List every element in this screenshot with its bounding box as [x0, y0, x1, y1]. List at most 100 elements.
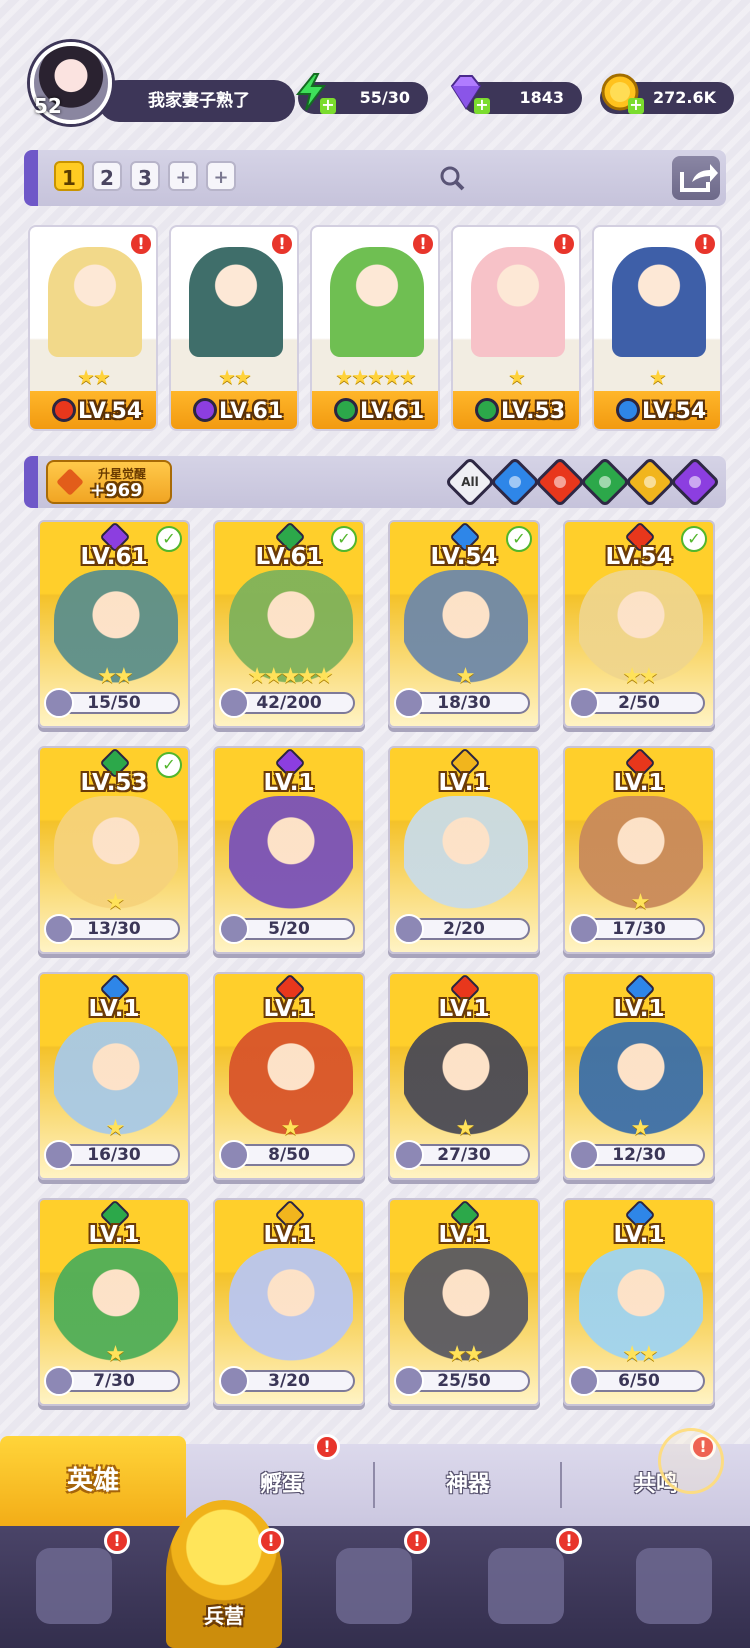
star-rating: ★★	[218, 365, 252, 389]
shard-count: 13/30	[87, 919, 141, 939]
tab-label: 英雄	[66, 1466, 119, 1496]
shard-count: 18/30	[437, 693, 491, 713]
shard-count: 8/50	[268, 1145, 310, 1165]
alert-badge: !	[556, 1528, 582, 1554]
add-team-slot-button[interactable]: +	[206, 161, 236, 191]
hero-level: LV.54	[430, 544, 498, 570]
coin-icon: +	[600, 72, 644, 114]
shard-count: 12/30	[612, 1145, 666, 1165]
hero-card[interactable]: LV.1 ★ 12/30	[563, 972, 715, 1180]
hero-card[interactable]: LV.1 5/20	[213, 746, 365, 954]
add-team-slot-button[interactable]: +	[168, 161, 198, 191]
wind-icon	[596, 473, 614, 491]
share-button[interactable]	[672, 156, 720, 200]
star-rating: ★★	[447, 1342, 483, 1367]
hero-card[interactable]: LV.1 ★ 7/30	[38, 1198, 190, 1406]
hero-level: LV.61	[219, 399, 284, 424]
team-hero-card[interactable]: ★ LV.54!	[592, 225, 722, 431]
star-rating: ★	[630, 890, 651, 915]
add-gems-icon[interactable]: +	[474, 97, 490, 114]
tab-artifacts[interactable]: 神器	[375, 1444, 561, 1526]
shard-count: 6/50	[618, 1371, 660, 1391]
hero-card[interactable]: ✓ LV.61 ★★ 15/50	[38, 520, 190, 728]
share-icon	[680, 164, 718, 192]
hero-level: LV.54	[78, 399, 143, 424]
alert-badge: !	[104, 1528, 130, 1554]
floating-hint-button[interactable]	[658, 1428, 724, 1494]
summon-icon[interactable]	[636, 1548, 712, 1624]
team-slot-2[interactable]: 2	[92, 161, 122, 191]
hero-level: LV.53	[80, 770, 148, 796]
hero-card[interactable]: ✓ LV.54 ★ 18/30	[388, 520, 540, 728]
hero-portrait	[189, 247, 283, 357]
hero-level: LV.53	[501, 399, 566, 424]
team-hero-card[interactable]: ★ LV.53!	[451, 225, 581, 431]
hero-card[interactable]: LV.1 ★ 27/30	[388, 972, 540, 1180]
alert-badge: !	[128, 231, 154, 257]
shard-count: 2/20	[443, 919, 485, 939]
star-rating: ★	[455, 1116, 476, 1141]
star-rating: ★	[280, 1116, 301, 1141]
hero-portrait	[471, 247, 565, 357]
star-rating: ★	[105, 1342, 126, 1367]
gem-value: 1843	[519, 88, 564, 107]
energy-value: 55/30	[359, 88, 410, 107]
star-rating: ★	[455, 664, 476, 689]
hero-level: LV.1	[613, 996, 665, 1022]
shop-icon[interactable]	[488, 1548, 564, 1624]
add-energy-icon[interactable]: +	[320, 97, 336, 114]
shard-count: 16/30	[87, 1145, 141, 1165]
shard-count: 27/30	[437, 1145, 491, 1165]
star-rating: ★★	[622, 1342, 658, 1367]
team-slot-1[interactable]: 1	[54, 161, 84, 191]
hero-card[interactable]: ✓ LV.54 ★★ 2/50	[563, 520, 715, 728]
cards-icon[interactable]	[36, 1548, 112, 1624]
alert-badge: !	[551, 231, 577, 257]
hero-portrait	[48, 247, 142, 357]
team-hero-card[interactable]: ★★ LV.54!	[28, 225, 158, 431]
alert-badge: !	[258, 1528, 284, 1554]
hero-portrait	[229, 796, 353, 914]
hero-level: LV.1	[438, 1222, 490, 1248]
star-rating: ★★	[77, 365, 111, 389]
hero-card[interactable]: LV.1 ★★ 6/50	[563, 1198, 715, 1406]
hero-level: LV.1	[263, 1222, 315, 1248]
star-rating: ★	[105, 890, 126, 915]
search-icon[interactable]	[438, 164, 466, 192]
element-wind-icon	[475, 398, 499, 422]
hero-card[interactable]: ✓ LV.61 ★★★★★ 42/200	[213, 520, 365, 728]
star-rating: ★	[630, 1116, 651, 1141]
map-icon[interactable]	[336, 1548, 412, 1624]
alert-badge: !	[410, 231, 436, 257]
hero-card[interactable]: LV.1 ★ 17/30	[563, 746, 715, 954]
star-rating: ★	[649, 365, 667, 389]
team-hero-card[interactable]: ★★★★★ LV.61!	[310, 225, 440, 431]
shard-count: 3/20	[268, 1371, 310, 1391]
team-hero-card[interactable]: ★★ LV.61!	[169, 225, 299, 431]
hero-card[interactable]: ✓ LV.53 ★ 13/30	[38, 746, 190, 954]
element-dark-icon	[193, 398, 217, 422]
hero-card[interactable]: LV.1 2/20	[388, 746, 540, 954]
gold-value: 272.6K	[652, 88, 716, 107]
add-gold-icon[interactable]: +	[628, 97, 644, 114]
hero-card[interactable]: LV.1 ★ 8/50	[213, 972, 365, 1180]
hero-card[interactable]: LV.1 ★★ 25/50	[388, 1198, 540, 1406]
hero-card[interactable]: LV.1 3/20	[213, 1198, 365, 1406]
player-profile[interactable]: 我家妻子熟了 52	[30, 42, 295, 124]
star-rating: ★	[105, 1116, 126, 1141]
lightning-icon: +	[292, 72, 336, 114]
hero-level: LV.1	[613, 770, 665, 796]
team-slot-3[interactable]: 3	[130, 161, 160, 191]
hero-card[interactable]: LV.1 ★ 16/30	[38, 972, 190, 1180]
hero-level: LV.1	[438, 770, 490, 796]
awaken-arrow-icon	[56, 468, 84, 496]
hero-level: LV.1	[263, 770, 315, 796]
tab-heroes[interactable]: 英雄	[0, 1436, 186, 1526]
hero-portrait	[330, 247, 424, 357]
hero-level: LV.1	[263, 996, 315, 1022]
fire-icon	[551, 473, 569, 491]
shard-count: 2/50	[618, 693, 660, 713]
shard-count: 7/30	[93, 1371, 135, 1391]
tab-label: 神器	[445, 1472, 490, 1497]
awaken-button[interactable]: 升星觉醒 +969	[46, 460, 172, 504]
